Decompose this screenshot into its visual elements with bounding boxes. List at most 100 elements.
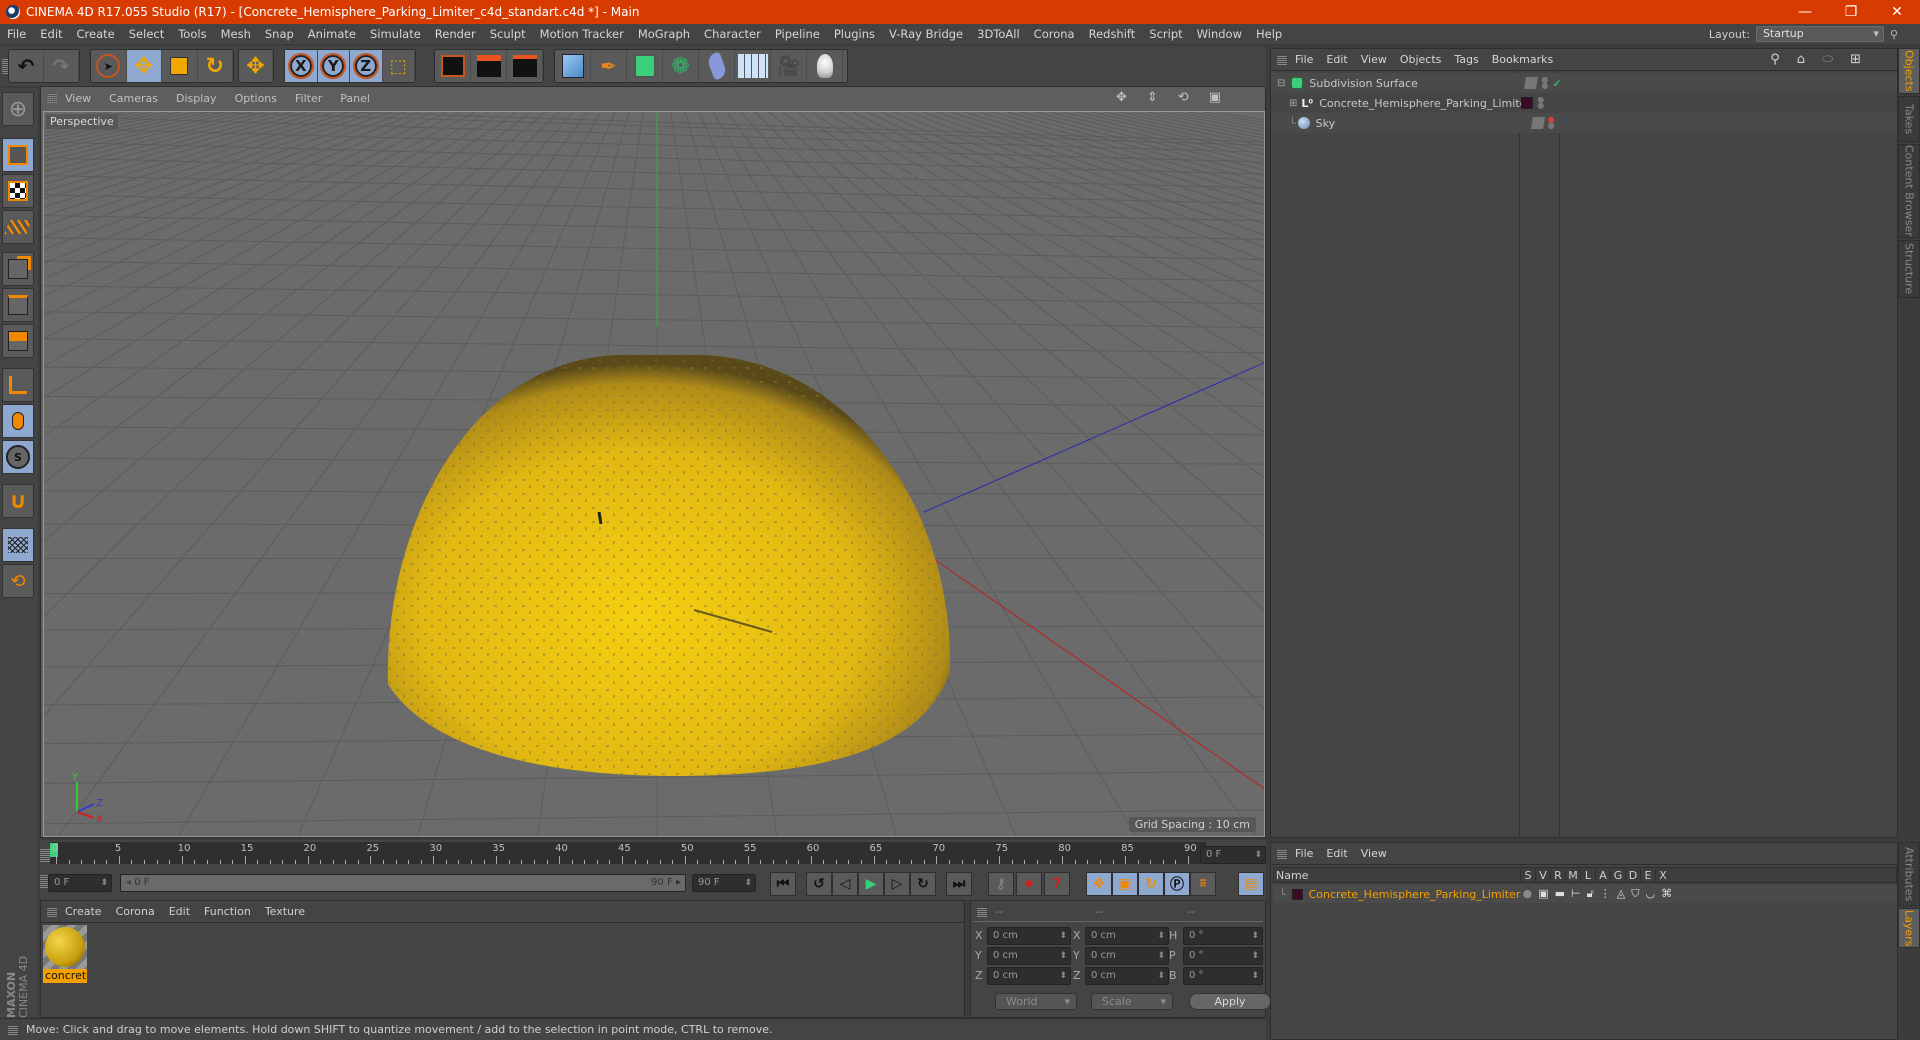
material-swatch[interactable]: concrete xyxy=(43,925,87,983)
timeline-ruler[interactable]: 0 5 10 15 20 25 30 35 40 45 50 55 60 65 70 75 80 85 90 xyxy=(50,842,1206,864)
size-z-field[interactable]: 0 cm ⬍ xyxy=(1085,967,1169,985)
search-icon[interactable]: ⚲ xyxy=(1770,52,1784,67)
snap-button[interactable]: S xyxy=(2,440,34,474)
object-name[interactable]: Subdivision Surface xyxy=(1309,77,1519,90)
object-name[interactable]: Sky xyxy=(1316,117,1526,130)
pen-button[interactable]: ✒ xyxy=(591,50,627,82)
material-menu-texture[interactable]: Texture xyxy=(265,905,305,918)
menu-vray-bridge[interactable]: V-Ray Bridge xyxy=(882,27,970,41)
layers-menu-edit[interactable]: Edit xyxy=(1326,847,1347,860)
pos-z-field[interactable]: 0 cm ⬍ xyxy=(987,967,1071,985)
render-picture-viewer-button[interactable] xyxy=(471,50,507,82)
menu-animate[interactable]: Animate xyxy=(301,27,363,41)
camera-label[interactable]: Perspective xyxy=(46,114,118,129)
layer-column-d[interactable]: D xyxy=(1625,868,1640,882)
rotate-view-icon[interactable]: ⟲ xyxy=(1178,90,1191,105)
menu-help[interactable]: Help xyxy=(1249,27,1289,41)
panel-grip[interactable] xyxy=(1277,55,1287,65)
workplane-mode-button[interactable] xyxy=(2,210,34,244)
menu-create[interactable]: Create xyxy=(70,27,122,41)
coordinate-system-button[interactable]: ⬚ xyxy=(383,50,415,82)
pan-view-icon[interactable]: ✥ xyxy=(1116,90,1129,105)
objects-menu-tags[interactable]: Tags xyxy=(1454,53,1478,66)
visibility-dots-icon[interactable]: ● ● xyxy=(1541,76,1548,90)
record-keys-button[interactable]: ⚷ xyxy=(988,872,1014,896)
tab-attributes[interactable]: Attributes xyxy=(1898,842,1920,906)
tab-content-browser[interactable]: Content Browser xyxy=(1898,144,1920,238)
viewport-menu-display[interactable]: Display xyxy=(176,92,217,105)
viewport-menu-filter[interactable]: Filter xyxy=(295,92,322,105)
generators-toggle-icon[interactable]: ◬ xyxy=(1617,887,1625,901)
render-toggle-icon[interactable]: ▬ xyxy=(1555,887,1565,901)
animation-toggle-icon[interactable]: ⋮ xyxy=(1600,887,1611,901)
tab-layers[interactable]: Layers xyxy=(1898,908,1920,948)
planar-workplane-button[interactable]: ⟲ xyxy=(2,564,34,598)
toggle-layout-icon[interactable]: ▣ xyxy=(1209,90,1223,105)
material-menu-corona[interactable]: Corona xyxy=(116,905,155,918)
menu-plugins[interactable]: Plugins xyxy=(827,27,882,41)
rot-h-field[interactable]: 0 ° ⬍ xyxy=(1183,927,1263,945)
render-view-button[interactable] xyxy=(435,50,471,82)
zoom-view-icon[interactable]: ⇕ xyxy=(1147,90,1160,105)
objects-menu-file[interactable]: File xyxy=(1295,53,1313,66)
timeline-grip[interactable] xyxy=(40,848,50,862)
objects-menu-edit[interactable]: Edit xyxy=(1326,53,1347,66)
xref-toggle-icon[interactable]: ⌘ xyxy=(1661,887,1672,901)
layer-column-m[interactable]: M xyxy=(1565,868,1580,882)
rot-p-field[interactable]: 0 ° ⬍ xyxy=(1183,947,1263,965)
key-rotation-button[interactable]: ↻ xyxy=(1138,872,1164,896)
tab-takes[interactable]: Takes xyxy=(1898,96,1920,142)
axis-mode-button[interactable] xyxy=(2,368,34,402)
camera-button[interactable]: 🎥 xyxy=(771,50,807,82)
menu-mesh[interactable]: Mesh xyxy=(214,27,258,41)
play-button[interactable]: ▶ xyxy=(858,872,884,896)
solo-toggle-icon[interactable]: ● xyxy=(1523,887,1533,901)
enabled-check-icon[interactable]: ✓ xyxy=(1552,77,1561,90)
tweak-mode-button[interactable] xyxy=(2,404,34,438)
menu-simulate[interactable]: Simulate xyxy=(363,27,428,41)
object-row-concrete-hemisphere[interactable]: ⊞ L⁰ Concrete_Hemisphere_Parking_Limiter… xyxy=(1271,93,1897,113)
menu-edit[interactable]: Edit xyxy=(33,27,69,41)
layer-column-e[interactable]: E xyxy=(1640,868,1655,882)
concrete-hemisphere[interactable] xyxy=(387,355,951,777)
apply-button[interactable]: Apply xyxy=(1189,993,1271,1010)
new-panel-icon[interactable]: ⊞ xyxy=(1850,52,1865,67)
visibility-dots-icon[interactable]: ● ● xyxy=(1548,116,1555,130)
layer-column-s[interactable]: S xyxy=(1520,868,1535,882)
view-toggle-icon[interactable]: ▣ xyxy=(1538,887,1548,901)
rotate-button[interactable]: ↻ xyxy=(198,50,233,82)
lock-toggle-icon[interactable]: 🔓︎ xyxy=(1587,887,1594,901)
autokey-button[interactable]: ⏺ xyxy=(1016,872,1042,896)
viewport-menu-cameras[interactable]: Cameras xyxy=(109,92,158,105)
3d-viewport[interactable]: Y Z X Perspective Grid Spacing : 10 cm xyxy=(43,111,1265,837)
tab-objects[interactable]: Objects xyxy=(1898,48,1920,94)
x-axis-lock-button[interactable]: X xyxy=(285,50,318,82)
viewport-menu-view[interactable]: View xyxy=(65,92,91,105)
transform-mode-dropdown[interactable]: Scale ▾ xyxy=(1091,993,1173,1010)
pos-x-field[interactable]: 0 cm ⬍ xyxy=(987,927,1071,945)
menu-mograph[interactable]: MoGraph xyxy=(631,27,697,41)
material-menu-edit[interactable]: Edit xyxy=(169,905,190,918)
tab-structure[interactable]: Structure xyxy=(1898,240,1920,298)
expressions-toggle-icon[interactable]: ◡ xyxy=(1646,887,1656,901)
home-icon[interactable]: ⌂ xyxy=(1797,52,1809,67)
lock-workplane-button[interactable] xyxy=(2,528,34,562)
scale-button[interactable] xyxy=(162,50,198,82)
points-mode-button[interactable] xyxy=(2,252,34,286)
keyframe-selection-button[interactable]: ? xyxy=(1044,872,1070,896)
layer-column-v[interactable]: V xyxy=(1535,868,1550,882)
magnet-button[interactable]: ∪ xyxy=(2,484,34,518)
go-to-end-button[interactable]: ⏭ xyxy=(946,872,972,896)
light-button[interactable] xyxy=(807,50,843,82)
go-to-start-button[interactable]: ⏮ xyxy=(770,872,796,896)
layer-color-swatch[interactable] xyxy=(1291,888,1303,900)
size-y-field[interactable]: 0 cm ⬍ xyxy=(1085,947,1169,965)
restore-button[interactable]: ❐ xyxy=(1828,0,1874,24)
search-icon[interactable]: ⚲ xyxy=(1890,28,1898,41)
menu-window[interactable]: Window xyxy=(1190,27,1249,41)
layer-column-a[interactable]: A xyxy=(1595,868,1610,882)
manager-toggle-icon[interactable]: ⊢ xyxy=(1571,887,1581,901)
key-scale-button[interactable]: ▣ xyxy=(1112,872,1138,896)
eye-icon[interactable]: ⬭ xyxy=(1822,52,1837,67)
layer-name[interactable]: Concrete_Hemisphere_Parking_Limiter xyxy=(1309,888,1523,901)
